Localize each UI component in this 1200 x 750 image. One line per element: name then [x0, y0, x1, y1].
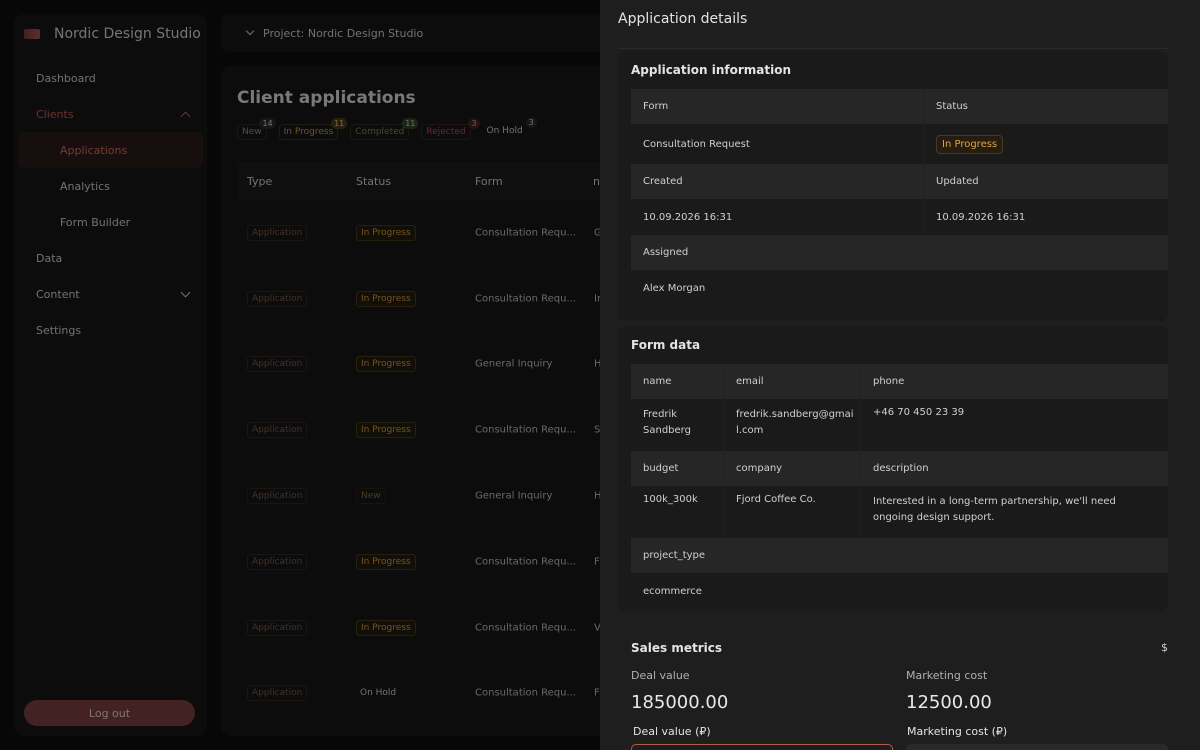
value-status: In Progress — [924, 124, 1168, 164]
modal-backdrop[interactable] — [0, 0, 600, 750]
marketing-cost-input[interactable] — [906, 744, 1168, 750]
marketing-cost-value: 12500.00 — [906, 692, 992, 713]
label-email: email — [724, 364, 861, 399]
label-company: company — [724, 451, 861, 486]
details-panel: Application details Application informat… — [600, 0, 1200, 750]
info-value-row: Alex Morgan — [631, 270, 1168, 306]
value-updated: 10.09.2026 16:31 — [936, 211, 1026, 223]
form-header-row: budget company description — [631, 451, 1168, 486]
label-budget: budget — [631, 451, 724, 486]
label-status: Status — [936, 101, 968, 112]
value-created: 10.09.2026 16:31 — [631, 199, 924, 235]
label-form: Form — [631, 89, 924, 124]
deal-value: 185000.00 — [631, 692, 729, 713]
value-name: Fredrik Sandberg — [631, 399, 724, 451]
info-value-row: 10.09.2026 16:31 10.09.2026 16:31 — [631, 199, 1168, 235]
label-assigned: Assigned — [643, 247, 689, 258]
section-title: Application information — [631, 63, 791, 77]
value-phone: +46 70 450 23 39 — [873, 407, 965, 418]
divider — [618, 48, 1168, 49]
panel-title: Application details — [618, 11, 748, 27]
value-form: Consultation Request — [631, 124, 924, 164]
application-info-card: Application information Form Status Cons… — [618, 51, 1168, 321]
form-data-card: Form data name email phone Fredrik Sandb… — [618, 326, 1168, 611]
label-name: name — [631, 364, 724, 399]
deal-input-label: Deal value (₽) — [633, 725, 711, 738]
value-assigned: Alex Morgan — [643, 282, 706, 294]
form-value-row: ecommerce — [631, 573, 1168, 609]
info-header-row: Form Status — [631, 89, 1168, 124]
value-email: fredrik.sandberg@gmail.com — [724, 399, 861, 451]
value-project-type: ecommerce — [643, 585, 702, 597]
label-description: description — [873, 463, 929, 474]
label-project-type: project_type — [643, 550, 706, 561]
form-header-row: name email phone — [631, 364, 1168, 399]
info-value-row: Consultation Request In Progress — [631, 124, 1168, 164]
form-value-row: Fredrik Sandberg fredrik.sandberg@gmail.… — [631, 399, 1168, 451]
app-root: Nordic Design Studio Dashboard Clients A… — [0, 0, 1200, 750]
info-grid: Form Status Consultation Request In Prog… — [631, 89, 1168, 306]
deal-value-label: Deal value — [631, 669, 690, 682]
marketing-cost-label: Marketing cost — [906, 669, 988, 682]
value-description: Interested in a long-term partnership, w… — [873, 496, 1116, 523]
value-budget: 100k_300k — [631, 486, 724, 538]
info-header-row: Created Updated — [631, 164, 1168, 199]
form-data-grid: name email phone Fredrik Sandberg fredri… — [631, 364, 1168, 609]
status-badge: In Progress — [936, 134, 1004, 154]
label-updated: Updated — [936, 176, 979, 187]
currency-symbol: $ — [1161, 641, 1168, 654]
marketing-input-label: Marketing cost (₽) — [907, 725, 1008, 738]
deal-value-input[interactable] — [631, 744, 893, 750]
section-title: Form data — [631, 338, 701, 352]
label-created: Created — [631, 164, 924, 199]
info-header-row: Assigned — [631, 235, 1168, 270]
label-phone: phone — [873, 376, 905, 387]
form-header-row: project_type — [631, 538, 1168, 573]
value-company: Fjord Coffee Co. — [724, 486, 861, 538]
form-value-row: 100k_300k Fjord Coffee Co. Interested in… — [631, 486, 1168, 538]
section-title: Sales metrics — [631, 641, 722, 655]
